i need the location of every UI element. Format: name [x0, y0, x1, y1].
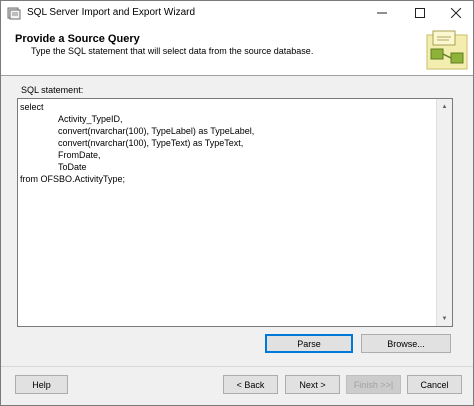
sql-line: select [20, 102, 44, 112]
wizard-app-icon [7, 7, 21, 20]
wizard-header: Provide a Source Query Type the SQL stat… [1, 25, 473, 76]
wizard-header-icon [426, 30, 468, 70]
scroll-up-arrow-icon[interactable]: ▲ [437, 99, 452, 114]
minimize-icon [377, 12, 387, 14]
finish-button[interactable]: Finish >>| [346, 375, 401, 394]
close-button[interactable] [439, 1, 473, 25]
next-button[interactable]: Next > [285, 375, 340, 394]
page-title: Provide a Source Query [15, 33, 140, 45]
title-bar[interactable]: SQL Server Import and Export Wizard [1, 1, 473, 25]
footer-divider [1, 366, 473, 367]
window-title: SQL Server Import and Export Wizard [27, 7, 196, 18]
sql-statement-text[interactable]: select Activity_TypeID, convert(nvarchar(1… [20, 101, 436, 323]
sql-line: convert(nvarchar(100), TypeText) as Type… [58, 138, 244, 148]
minimize-button[interactable] [365, 1, 399, 25]
sql-line: from OFSBO.ActivityType; [20, 174, 126, 184]
wizard-window: SQL Server Import and Export Wizard Prov… [0, 0, 474, 406]
sql-statement-editor[interactable]: select Activity_TypeID, convert(nvarchar(1… [17, 98, 453, 327]
maximize-button[interactable] [403, 1, 437, 25]
maximize-icon [415, 8, 425, 18]
sql-line: convert(nvarchar(100), TypeLabel) as Typ… [58, 126, 255, 136]
sql-line: Activity_TypeID, [58, 114, 123, 124]
scroll-down-arrow-icon[interactable]: ▼ [437, 311, 452, 326]
parse-button[interactable]: Parse [265, 334, 353, 353]
sql-statement-label: SQL statement: [21, 85, 84, 95]
page-subtitle: Type the SQL statement that will select … [31, 46, 314, 56]
sql-line: FromDate, [58, 150, 101, 160]
help-button[interactable]: Help [15, 375, 68, 394]
editor-vertical-scrollbar[interactable]: ▲ ▼ [436, 99, 452, 326]
cancel-button[interactable]: Cancel [407, 375, 462, 394]
close-icon [451, 8, 461, 18]
sql-line: ToDate [58, 162, 87, 172]
browse-button[interactable]: Browse... [361, 334, 451, 353]
back-button[interactable]: < Back [223, 375, 278, 394]
